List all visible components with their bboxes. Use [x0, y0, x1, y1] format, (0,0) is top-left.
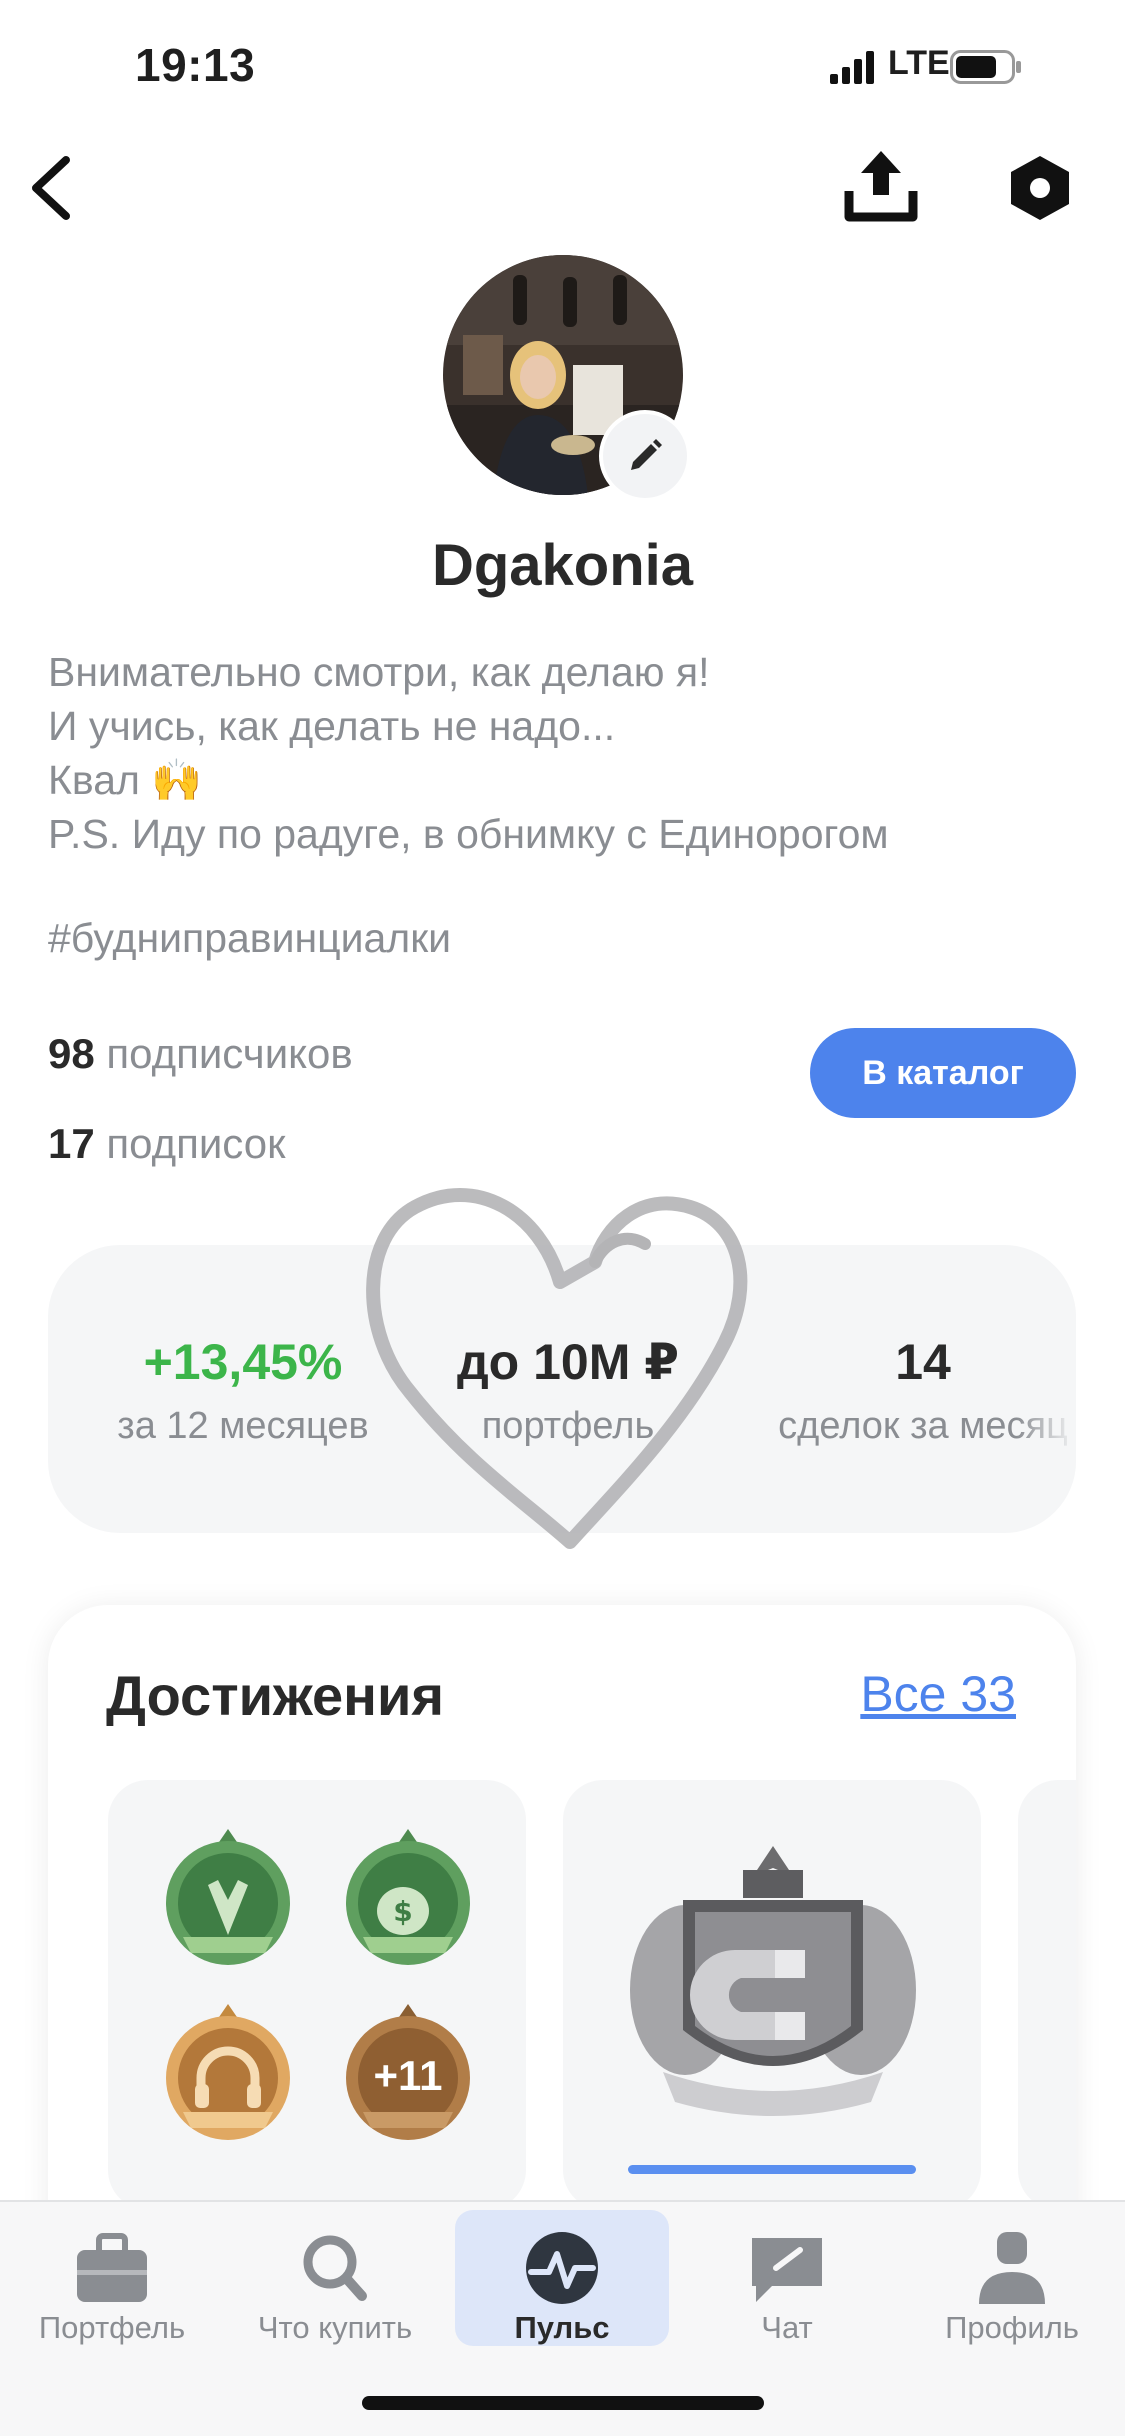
achievement-tile-partial[interactable]: [1018, 1780, 1076, 2210]
settings-button[interactable]: [1005, 152, 1075, 224]
profile-username: Dgakonia: [431, 533, 694, 598]
bio-line: Квал 🙌: [48, 757, 203, 803]
tab-label: Чат: [761, 2310, 813, 2345]
tab-label: Портфель: [38, 2310, 186, 2345]
following-count[interactable]: 17 подписок: [48, 1120, 286, 1168]
tab-pulse[interactable]: Пульс: [455, 2210, 669, 2346]
money-bag-medal-icon: $: [346, 1829, 470, 1965]
edit-avatar-button[interactable]: [599, 410, 691, 502]
stat-value: +13,45%: [143, 1334, 343, 1390]
stat-portfolio: до 10M ₽ портфель: [433, 1333, 703, 1448]
bio-line: Внимательно смотри, как делаю я!: [48, 649, 710, 695]
achievements-title: Достижения: [106, 1664, 445, 1727]
following-number: 17: [48, 1120, 95, 1167]
status-bar: 19:13 LTE: [0, 0, 1125, 130]
bio-line: И учись, как делать не надо...: [48, 703, 616, 749]
stat-label: портфель: [481, 1405, 655, 1447]
more-achievements-count: +11: [373, 2052, 443, 2099]
back-button[interactable]: [22, 150, 92, 226]
magnet-medal-icon: [630, 1846, 916, 2116]
svg-text:$: $: [393, 1895, 412, 1928]
more-achievements-badge: +11: [333, 2000, 483, 2150]
achievement-group-tile[interactable]: $ +11: [108, 1780, 526, 2210]
stat-yield: +13,45% за 12 месяцев: [108, 1333, 378, 1448]
followers-count[interactable]: 98 подписчиков: [48, 1030, 353, 1078]
search-icon: [303, 2235, 367, 2301]
profile-hashtag[interactable]: #будниправинциалки: [48, 915, 451, 962]
followers-label: подписчиков: [106, 1030, 353, 1077]
share-button[interactable]: [843, 145, 919, 225]
tab-label: Что купить: [257, 2310, 413, 2345]
pencil-icon: [631, 439, 662, 470]
pulse-icon: [526, 2232, 598, 2304]
network-type: LTE: [888, 44, 950, 82]
tab-label: Пульс: [514, 2310, 610, 2345]
profile-bio: Внимательно смотри, как делаю я! И учись…: [48, 645, 1088, 861]
signal-icon: [830, 51, 874, 84]
followers-number: 98: [48, 1030, 95, 1077]
achievements-all-link[interactable]: Все 33: [860, 1665, 1016, 1723]
status-time: 19:13: [135, 39, 256, 91]
battery-icon: [950, 50, 1021, 84]
tab-what-to-buy[interactable]: Что купить: [228, 2210, 442, 2346]
profile-icon: [979, 2232, 1045, 2304]
stat-label: за 12 месяцев: [117, 1405, 369, 1447]
tab-chat[interactable]: Чат: [680, 2210, 894, 2346]
headphones-medal-icon: [166, 2004, 290, 2140]
bio-line: P.S. Иду по радуге, в обнимку с Единорог…: [48, 811, 889, 857]
achievement-tile-magnet[interactable]: [563, 1780, 981, 2210]
following-label: подписок: [106, 1120, 286, 1167]
scroll-fade: [1016, 1245, 1076, 1533]
tab-portfolio[interactable]: Портфель: [5, 2210, 219, 2346]
tab-label: Профиль: [945, 2310, 1079, 2345]
home-indicator: [362, 2396, 764, 2410]
stat-value: до 10M ₽: [456, 1334, 680, 1390]
tab-profile[interactable]: Профиль: [905, 2210, 1119, 2346]
achievement-progress-bar: [628, 2165, 916, 2174]
chat-icon: [752, 2238, 822, 2302]
tuxedo-medal-icon: [166, 1829, 290, 1965]
catalog-button[interactable]: В каталог: [810, 1028, 1076, 1118]
stats-card[interactable]: +13,45% за 12 месяцев до 10M ₽ портфель …: [48, 1245, 1076, 1533]
briefcase-icon: [77, 2233, 147, 2302]
